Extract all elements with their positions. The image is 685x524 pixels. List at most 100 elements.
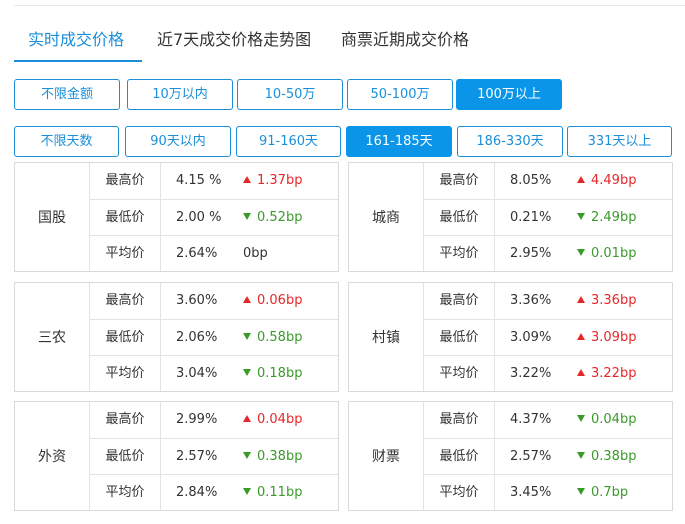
change-value: 0.01bp — [577, 236, 636, 271]
rate-value: 4.15 % — [176, 173, 222, 188]
card-category: 三农 — [15, 283, 90, 391]
arrow-up-icon — [243, 296, 251, 303]
price-row: 最低价 2.57% 0.38bp — [90, 438, 338, 474]
price-row: 最低价 2.06% 0.58bp — [90, 319, 338, 355]
arrow-down-icon — [243, 213, 251, 220]
arrow-up-icon — [243, 415, 251, 422]
rate-value: 2.84% — [176, 485, 218, 500]
rate-value: 2.00 % — [176, 210, 222, 225]
change-value: 0.58bp — [243, 320, 302, 355]
price-row: 最高价 8.05% 4.49bp — [424, 163, 672, 199]
price-card-sannong: 三农 最高价 3.60% 0.06bp 最低价 2.06% 0.58bp 平均价 3.04… — [14, 282, 339, 392]
rate-value: 3.09% — [510, 330, 552, 345]
change-value: 1.37bp — [243, 163, 302, 198]
tab-7day-trend[interactable]: 近7天成交价格走势图 — [157, 24, 311, 62]
rate-value: 2.57% — [510, 449, 552, 464]
change-value: 3.09bp — [577, 320, 636, 355]
price-card-chengshang: 城商 最高价 8.05% 4.49bp 最低价 0.21% 2.49bp 平均价 2.95… — [348, 162, 673, 272]
row-label: 最高价 — [90, 283, 161, 319]
price-row: 最高价 4.15 % 1.37bp — [90, 163, 338, 199]
arrow-down-icon — [577, 415, 585, 422]
card-category: 城商 — [349, 163, 424, 271]
price-card-waizi: 外资 最高价 2.99% 0.04bp 最低价 2.57% 0.38bp 平均价 2.84… — [14, 401, 339, 511]
filter-days-over-331[interactable]: 331天以上 — [567, 126, 672, 157]
change-value: 0.38bp — [243, 439, 302, 474]
price-row: 最低价 2.00 % 0.52bp — [90, 199, 338, 235]
change-value: 3.22bp — [577, 356, 636, 391]
row-label: 最高价 — [90, 163, 161, 199]
row-label: 最低价 — [424, 200, 495, 235]
filter-amount-over-1m[interactable]: 100万以上 — [456, 79, 562, 110]
price-row: 平均价 3.04% 0.18bp — [90, 355, 338, 391]
price-row: 平均价 2.64% 0bp — [90, 235, 338, 271]
rate-value: 3.45% — [510, 485, 552, 500]
card-category: 财票 — [349, 402, 424, 510]
row-label: 平均价 — [90, 236, 161, 271]
change-value: 0.18bp — [243, 356, 302, 391]
tab-commercial-bill-price[interactable]: 商票近期成交价格 — [341, 24, 469, 62]
price-card-caipiao: 财票 最高价 4.37% 0.04bp 最低价 2.57% 0.38bp 平均价 3.45… — [348, 401, 673, 511]
row-label: 最低价 — [90, 439, 161, 474]
row-label: 最低价 — [90, 320, 161, 355]
card-category: 国股 — [15, 163, 90, 271]
top-divider — [14, 5, 685, 6]
price-row: 平均价 3.45% 0.7bp — [424, 474, 672, 510]
price-row: 最高价 3.36% 3.36bp — [424, 283, 672, 319]
row-label: 最高价 — [90, 402, 161, 438]
price-card-guogu: 国股 最高价 4.15 % 1.37bp 最低价 2.00 % 0.52bp 平均价 2.… — [14, 162, 339, 272]
rate-value: 3.04% — [176, 366, 218, 381]
row-label: 最低价 — [424, 320, 495, 355]
filter-amount-unlimited[interactable]: 不限金额 — [14, 79, 120, 110]
filter-days-91-160[interactable]: 91-160天 — [236, 126, 341, 157]
tab-realtime-price[interactable]: 实时成交价格 — [28, 24, 124, 62]
change-value: 0.06bp — [243, 283, 302, 318]
filter-days-under-90[interactable]: 90天以内 — [125, 126, 231, 157]
change-value: 0bp — [243, 246, 268, 261]
row-label: 平均价 — [424, 475, 495, 510]
card-category: 村镇 — [349, 283, 424, 391]
change-value: 4.49bp — [577, 163, 636, 198]
filter-amount-under-100k[interactable]: 10万以内 — [127, 79, 233, 110]
arrow-down-icon — [577, 488, 585, 495]
rate-value: 2.57% — [176, 449, 218, 464]
row-label: 平均价 — [424, 356, 495, 391]
filter-days-186-330[interactable]: 186-330天 — [457, 126, 563, 157]
arrow-down-icon — [243, 333, 251, 340]
change-value: 3.36bp — [577, 283, 636, 318]
filter-amount-100k-500k[interactable]: 10-50万 — [237, 79, 343, 110]
price-row: 最低价 2.57% 0.38bp — [424, 438, 672, 474]
active-tab-indicator — [14, 60, 142, 62]
rate-value: 2.99% — [176, 412, 218, 427]
filter-amount-500k-1m[interactable]: 50-100万 — [347, 79, 453, 110]
arrow-down-icon — [243, 488, 251, 495]
price-row: 最低价 3.09% 3.09bp — [424, 319, 672, 355]
tab-bar: 实时成交价格 近7天成交价格走势图 商票近期成交价格 — [14, 24, 685, 62]
price-row: 最低价 0.21% 2.49bp — [424, 199, 672, 235]
card-category: 外资 — [15, 402, 90, 510]
arrow-down-icon — [577, 213, 585, 220]
arrow-down-icon — [577, 249, 585, 256]
price-card-cunzhen: 村镇 最高价 3.36% 3.36bp 最低价 3.09% 3.09bp 平均价 3.22… — [348, 282, 673, 392]
row-label: 平均价 — [90, 475, 161, 510]
row-label: 最高价 — [424, 283, 495, 319]
arrow-down-icon — [243, 452, 251, 459]
change-value: 0.04bp — [243, 402, 302, 437]
arrow-down-icon — [243, 369, 251, 376]
row-label: 最高价 — [424, 402, 495, 438]
price-row: 最高价 4.37% 0.04bp — [424, 402, 672, 438]
filter-days-unlimited[interactable]: 不限天数 — [14, 126, 119, 157]
change-value: 0.04bp — [577, 402, 636, 437]
rate-value: 8.05% — [510, 173, 552, 188]
rate-value: 3.22% — [510, 366, 552, 381]
arrow-down-icon — [577, 452, 585, 459]
rate-value: 4.37% — [510, 412, 552, 427]
arrow-up-icon — [577, 333, 585, 340]
row-label: 最高价 — [424, 163, 495, 199]
arrow-up-icon — [577, 296, 585, 303]
change-value: 0.7bp — [577, 475, 628, 510]
filter-days-161-185[interactable]: 161-185天 — [346, 126, 452, 157]
rate-value: 3.36% — [510, 293, 552, 308]
change-value: 2.49bp — [577, 200, 636, 235]
change-value: 0.11bp — [243, 475, 302, 510]
price-row: 平均价 3.22% 3.22bp — [424, 355, 672, 391]
